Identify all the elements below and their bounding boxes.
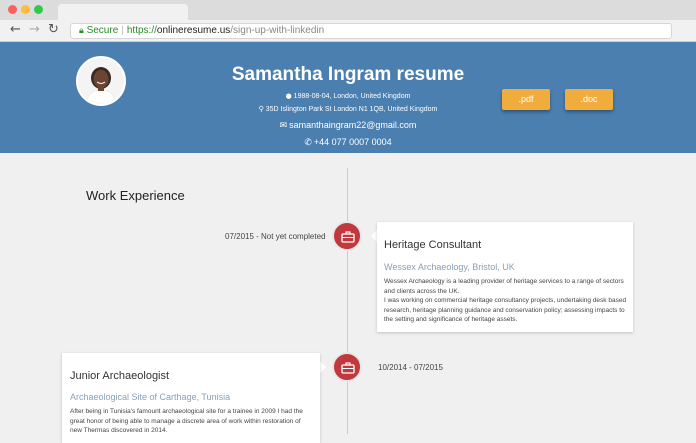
job-date: 10/2014 - 07/2015 bbox=[378, 363, 443, 372]
reload-icon[interactable]: ↻ bbox=[48, 23, 59, 37]
secure-label: Secure bbox=[86, 25, 119, 36]
browser-toolbar: ← → ↻ 🔒︎ Secure | https://onlineresume.us/… bbox=[0, 20, 696, 42]
briefcase-icon bbox=[341, 231, 355, 243]
map-marker-icon: ⚲ bbox=[258, 105, 264, 113]
resume-title: Samantha Ingram resume bbox=[231, 64, 465, 85]
download-doc-button[interactable]: .doc bbox=[565, 89, 613, 110]
address-bar[interactable]: 🔒︎ Secure | https://onlineresume.us/sign-u… bbox=[70, 23, 672, 39]
section-title-work-experience: Work Experience bbox=[86, 188, 185, 203]
url-separator: | bbox=[121, 25, 124, 36]
timeline-marker bbox=[332, 352, 362, 382]
forward-arrow-icon[interactable]: → bbox=[29, 23, 40, 37]
maximize-window-button[interactable] bbox=[34, 5, 43, 14]
browser-tab[interactable] bbox=[58, 4, 188, 20]
timeline-line bbox=[347, 168, 348, 434]
job-description: After being in Tunisia's famount archaeo… bbox=[70, 407, 314, 436]
phone-text[interactable]: +44 077 0007 0004 bbox=[314, 137, 392, 147]
job-employer: Archaeological Site of Carthage, Tunisia bbox=[70, 392, 231, 402]
close-window-button[interactable] bbox=[8, 5, 17, 14]
minimize-window-button[interactable] bbox=[21, 5, 30, 14]
url-path: /sign-up-with-linkedin bbox=[230, 25, 325, 36]
job-title: Heritage Consultant bbox=[384, 239, 482, 251]
birth-text: 1988-08-04, London, United Kingdom bbox=[293, 93, 411, 100]
phone-info: ✆ +44 077 0007 0004 bbox=[0, 137, 696, 148]
url-host: onlineresume.us bbox=[156, 25, 231, 36]
envelope-icon: ✉ bbox=[279, 121, 288, 131]
download-pdf-button[interactable]: .pdf bbox=[502, 89, 550, 110]
job-description-paragraph: I was working on commercial heritage con… bbox=[384, 297, 627, 323]
job-description-paragraph: After being in Tunisia's famount archaeo… bbox=[70, 408, 303, 434]
job-description: Wessex Archaeology is a leading provider… bbox=[384, 277, 630, 325]
globe-icon: ● bbox=[285, 92, 292, 100]
job-card: Junior Archaeologist Archaeological Site… bbox=[62, 353, 320, 443]
phone-icon: ✆ bbox=[304, 138, 312, 148]
job-date: 07/2015 - Not yet completed bbox=[225, 232, 326, 241]
job-card: Heritage Consultant Wessex Archaeology, … bbox=[377, 222, 633, 332]
timeline-marker bbox=[332, 221, 362, 251]
address-text: 35D Islington Park St London N1 1QB, Uni… bbox=[265, 106, 438, 113]
job-title: Junior Archaeologist bbox=[70, 370, 170, 382]
briefcase-icon bbox=[341, 362, 355, 374]
url-scheme: https:// bbox=[126, 25, 157, 36]
browser-chrome: ← → ↻ 🔒︎ Secure | https://onlineresume.us/… bbox=[0, 0, 696, 42]
back-arrow-icon[interactable]: ← bbox=[10, 23, 21, 37]
job-description-paragraph: Wessex Archaeology is a leading provider… bbox=[384, 278, 624, 295]
resume-header: Samantha Ingram resume ● 1988-08-04, Lond… bbox=[0, 42, 696, 153]
card-pointer bbox=[320, 361, 326, 373]
email-info: ✉ samanthaingram22@gmail.com bbox=[0, 120, 696, 131]
job-employer: Wessex Archaeology, Bristol, UK bbox=[384, 262, 515, 272]
email-text[interactable]: samanthaingram22@gmail.com bbox=[289, 120, 416, 130]
lock-icon: 🔒︎ bbox=[79, 26, 84, 36]
